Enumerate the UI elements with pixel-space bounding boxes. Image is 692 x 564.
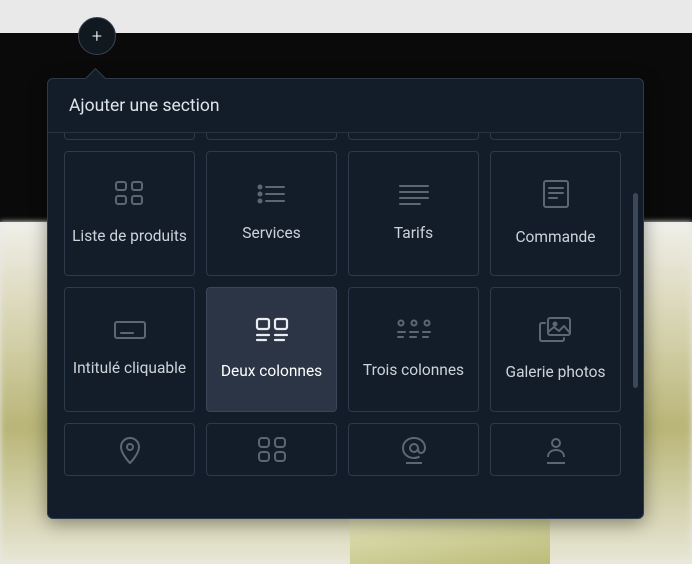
at-sign-icon <box>400 436 428 466</box>
section-grid: Liste de produits Services <box>64 133 627 476</box>
tile-product-list[interactable]: Liste de produits <box>64 151 195 276</box>
tile-label: Tarifs <box>394 223 433 244</box>
tile-contact[interactable] <box>348 423 479 476</box>
tile-profile[interactable] <box>490 423 621 476</box>
add-section-popover: Ajouter une section Liste de pr <box>47 78 644 519</box>
tile-label: Services <box>242 223 300 244</box>
tile-location[interactable] <box>64 423 195 476</box>
gallery-icon <box>539 316 573 344</box>
tile-pricing[interactable]: Tarifs <box>348 151 479 276</box>
tile-label: Commande <box>515 227 595 248</box>
map-pin-icon <box>119 436 141 466</box>
tile-prev-1[interactable] <box>64 133 195 140</box>
person-icon <box>543 436 569 466</box>
scrollbar-thumb[interactable] <box>633 193 638 388</box>
tile-prev-4[interactable] <box>490 133 621 140</box>
list-bullet-icon <box>256 183 288 205</box>
tile-two-columns[interactable]: Deux colonnes <box>206 287 337 412</box>
tile-label: Intitulé cliquable <box>73 358 186 379</box>
popover-title: Ajouter une section <box>48 79 643 133</box>
grid-4-icon <box>114 180 146 208</box>
tile-label: Liste de produits <box>72 226 187 247</box>
two-columns-icon <box>255 317 289 343</box>
tile-services[interactable]: Services <box>206 151 337 276</box>
tile-grid[interactable] <box>206 423 337 476</box>
lines-icon <box>398 183 430 205</box>
tile-label: Trois colonnes <box>363 360 464 381</box>
button-icon <box>113 320 147 340</box>
plus-icon: + <box>92 26 102 47</box>
form-icon <box>542 179 570 209</box>
grid-rounded-icon <box>257 436 287 464</box>
three-columns-icon <box>396 318 432 342</box>
popover-body: Liste de produits Services <box>48 133 643 518</box>
tile-clickable-title[interactable]: Intitulé cliquable <box>64 287 195 412</box>
tile-photo-gallery[interactable]: Galerie photos <box>490 287 621 412</box>
tile-prev-3[interactable] <box>348 133 479 140</box>
add-section-fab[interactable]: + <box>78 17 116 55</box>
tile-label: Galerie photos <box>506 362 606 383</box>
tile-order[interactable]: Commande <box>490 151 621 276</box>
tile-label: Deux colonnes <box>221 361 322 382</box>
tile-three-columns[interactable]: Trois colonnes <box>348 287 479 412</box>
tile-prev-2[interactable] <box>206 133 337 140</box>
